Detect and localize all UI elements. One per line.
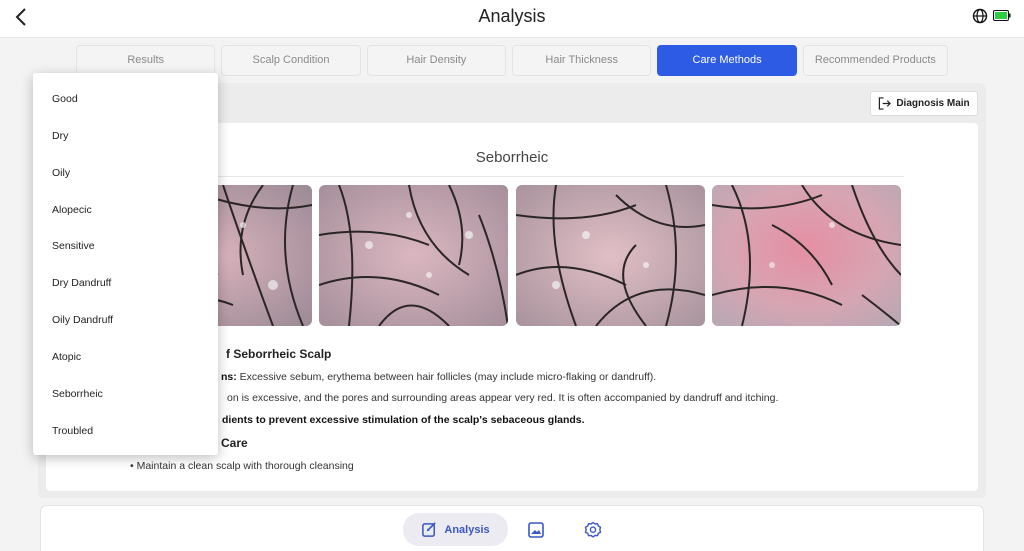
scalp-photo-2 bbox=[319, 185, 508, 326]
diagnosis-main-button[interactable]: Diagnosis Main bbox=[870, 91, 978, 116]
section-heading-care: Care bbox=[221, 436, 248, 450]
dropdown-item-seborrheic[interactable]: Seborrheic bbox=[33, 375, 218, 412]
dropdown-item-oily-dandruff[interactable]: Oily Dandruff bbox=[33, 301, 218, 338]
features-line-1: ns: Excessive sebum, erythema between ha… bbox=[221, 371, 656, 383]
condition-dropdown-menu: Good Dry Oily Alopecic Sensitive Dry Dan… bbox=[33, 73, 218, 455]
tab-hair-thickness[interactable]: Hair Thickness bbox=[512, 45, 652, 76]
nav-analysis-button[interactable]: Analysis bbox=[403, 513, 508, 546]
scalp-photo-4 bbox=[712, 185, 901, 326]
tab-recommended-products[interactable]: Recommended Products bbox=[802, 45, 949, 76]
dropdown-item-sensitive[interactable]: Sensitive bbox=[33, 227, 218, 264]
nav-analysis-label: Analysis bbox=[444, 523, 490, 536]
battery-icon bbox=[993, 10, 1011, 21]
features-line-1-bold: ns: bbox=[221, 371, 237, 383]
divider bbox=[214, 176, 904, 177]
care-bullet-1: • Maintain a clean scalp with thorough c… bbox=[130, 460, 354, 472]
section-heading-features: f Seborrheic Scalp bbox=[226, 347, 332, 361]
tab-hair-density[interactable]: Hair Density bbox=[366, 45, 507, 76]
tab-care-methods[interactable]: Care Methods bbox=[657, 45, 797, 76]
dropdown-item-alopecic[interactable]: Alopecic bbox=[33, 191, 218, 228]
analysis-icon bbox=[422, 522, 437, 537]
tab-scalp-condition[interactable]: Scalp Condition bbox=[221, 45, 361, 76]
features-line-3-bold: dients to prevent excessive stimulation … bbox=[222, 414, 585, 426]
features-line-1-text: Excessive sebum, erythema between hair f… bbox=[236, 371, 657, 383]
dropdown-item-good[interactable]: Good bbox=[33, 80, 218, 117]
features-line-3: dients to prevent excessive stimulation … bbox=[222, 414, 585, 426]
dropdown-item-atopic[interactable]: Atopic bbox=[33, 338, 218, 375]
page-title: Analysis bbox=[478, 6, 546, 26]
diagnosis-main-label: Diagnosis Main bbox=[896, 98, 970, 109]
settings-gear-icon[interactable] bbox=[584, 521, 602, 539]
globe-icon[interactable] bbox=[972, 8, 988, 24]
bottom-nav-bar bbox=[40, 505, 984, 551]
dropdown-item-troubled[interactable]: Troubled bbox=[33, 412, 218, 449]
features-line-2: on is excessive, and the pores and surro… bbox=[227, 392, 779, 404]
scalp-photo-3 bbox=[516, 185, 705, 326]
analysis-tabs: Results Scalp Condition Hair Density Hai… bbox=[76, 45, 949, 76]
dropdown-item-oily[interactable]: Oily bbox=[33, 154, 218, 191]
image-gallery-icon[interactable] bbox=[527, 521, 545, 539]
tab-results[interactable]: Results bbox=[76, 45, 216, 76]
app-header: Analysis bbox=[0, 0, 1024, 38]
dropdown-item-dry-dandruff[interactable]: Dry Dandruff bbox=[33, 264, 218, 301]
dropdown-item-dry[interactable]: Dry bbox=[33, 117, 218, 154]
exit-icon bbox=[879, 97, 892, 110]
